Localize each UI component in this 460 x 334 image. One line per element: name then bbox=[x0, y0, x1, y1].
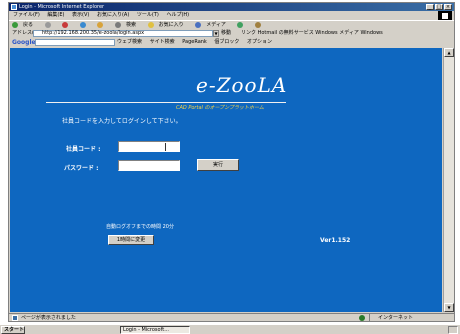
back-arrow-icon bbox=[12, 21, 18, 28]
minimize-button[interactable]: _ bbox=[426, 4, 434, 10]
window-title: Login - Microsoft Internet Explorer bbox=[19, 4, 105, 10]
media-icon bbox=[195, 21, 202, 28]
menu-tools[interactable]: ツール(T) bbox=[137, 12, 159, 18]
home-button[interactable] bbox=[97, 21, 108, 28]
address-input[interactable]: http://192.168.200.35/e-zoola/login.aspx bbox=[33, 30, 213, 37]
google-toolbar: Google ウェブ検索 サイト検索 PageRank 個ブロック オプション bbox=[9, 38, 454, 47]
link-hotmail[interactable]: Hotmail の無料サービス bbox=[258, 30, 314, 36]
version-label: Ver1.152 bbox=[320, 237, 351, 244]
links-label: リンク bbox=[241, 30, 257, 36]
window-controls: _ □ × bbox=[426, 4, 452, 10]
search-icon bbox=[114, 21, 121, 28]
brand-divider bbox=[46, 102, 286, 103]
menu-bar: ファイル(F) 編集(E) 表示(V) お気に入り(A) ツール(T) ヘルプ(… bbox=[9, 11, 454, 19]
ie-icon bbox=[11, 4, 17, 10]
forward-button[interactable] bbox=[44, 21, 56, 28]
google-actions: ウェブ検索 サイト検索 PageRank 個ブロック オプション bbox=[117, 38, 278, 47]
start-button[interactable]: スタート bbox=[1, 326, 25, 334]
password-input[interactable] bbox=[118, 160, 180, 171]
vertical-scrollbar[interactable]: ▲ ▼ bbox=[443, 48, 454, 312]
site-search-button[interactable]: サイト検索 bbox=[150, 39, 175, 45]
history-icon bbox=[237, 21, 244, 28]
home-icon bbox=[97, 21, 104, 28]
standard-toolbar: 戻る 検索 お気に入り メディア bbox=[9, 20, 454, 29]
stop-button[interactable] bbox=[62, 21, 73, 28]
link-windows-media[interactable]: Windows メディア bbox=[315, 30, 359, 36]
scroll-up-icon[interactable]: ▲ bbox=[444, 48, 454, 57]
security-zone: インターネット bbox=[369, 314, 413, 322]
password-label: パスワード : bbox=[64, 165, 99, 172]
star-icon bbox=[147, 21, 154, 28]
login-instruction: 社員コードを入力してログインして下さい。 bbox=[62, 118, 182, 125]
mail-icon bbox=[255, 21, 262, 28]
web-search-button[interactable]: ウェブ検索 bbox=[117, 39, 142, 45]
extend-session-button[interactable]: 1時間に変更 bbox=[108, 235, 154, 245]
status-text: ページが表示されました bbox=[21, 315, 76, 321]
maximize-button[interactable]: □ bbox=[435, 4, 443, 10]
taskbar: スタート Login - Microsoft... bbox=[0, 324, 460, 334]
login-submit-button[interactable]: 実行 bbox=[197, 159, 239, 171]
google-logo[interactable]: Google bbox=[12, 38, 36, 47]
autologout-text: 自動ログオフまでの時間 20分 bbox=[106, 224, 174, 230]
browser-window: Login - Microsoft Internet Explorer _ □ … bbox=[8, 2, 455, 322]
address-bar: アドレス(D) http://192.168.200.35/e-zoola/lo… bbox=[9, 29, 454, 38]
google-options[interactable]: オプション bbox=[247, 39, 272, 45]
go-button[interactable]: 移動 bbox=[221, 29, 231, 38]
menu-edit[interactable]: 編集(E) bbox=[47, 12, 64, 18]
system-tray bbox=[448, 326, 458, 334]
pagerank-indicator: PageRank bbox=[182, 39, 207, 45]
google-search-input[interactable] bbox=[35, 39, 115, 46]
menu-file[interactable]: ファイル(F) bbox=[13, 12, 40, 18]
links-bar: リンク Hotmail の無料サービス Windows メディア Windows bbox=[241, 29, 383, 38]
history-button[interactable] bbox=[237, 21, 248, 28]
link-windows[interactable]: Windows bbox=[360, 30, 382, 36]
search-button[interactable]: 検索 bbox=[114, 21, 141, 28]
address-dropdown-icon[interactable]: ▼ bbox=[213, 30, 219, 37]
employee-code-label: 社員コード : bbox=[66, 146, 101, 153]
menu-help[interactable]: ヘルプ(H) bbox=[166, 12, 189, 18]
tagline: CAD Portal のオープンプラットホーム bbox=[176, 105, 264, 111]
refresh-button[interactable] bbox=[79, 21, 91, 28]
menu-view[interactable]: 表示(V) bbox=[72, 12, 89, 18]
page-content: e-ZooLA CAD Portal のオープンプラットホーム 社員コードを入力… bbox=[10, 48, 442, 312]
refresh-icon bbox=[79, 21, 86, 28]
internet-zone-icon bbox=[359, 315, 365, 321]
media-button[interactable]: メディア bbox=[195, 21, 231, 28]
page-done-icon bbox=[12, 315, 18, 321]
stop-icon bbox=[62, 21, 69, 28]
text-cursor bbox=[165, 143, 166, 151]
taskbar-item-ie[interactable]: Login - Microsoft... bbox=[120, 326, 190, 334]
back-button[interactable]: 戻る bbox=[12, 21, 38, 28]
scroll-down-icon[interactable]: ▼ bbox=[444, 303, 454, 312]
favorites-button[interactable]: お気に入り bbox=[147, 21, 189, 28]
close-button[interactable]: × bbox=[444, 4, 452, 10]
status-bar: ページが表示されました インターネット bbox=[9, 313, 454, 322]
mail-button[interactable] bbox=[255, 21, 266, 28]
employee-code-input[interactable] bbox=[118, 141, 180, 152]
popup-blocked: 個ブロック bbox=[214, 39, 240, 45]
menu-favorites[interactable]: お気に入り(A) bbox=[97, 12, 129, 18]
windows-flag-icon bbox=[442, 13, 448, 19]
title-bar: Login - Microsoft Internet Explorer _ □ … bbox=[9, 3, 454, 11]
brand-logo: e-ZooLA bbox=[196, 73, 288, 97]
forward-arrow-icon bbox=[44, 21, 51, 28]
